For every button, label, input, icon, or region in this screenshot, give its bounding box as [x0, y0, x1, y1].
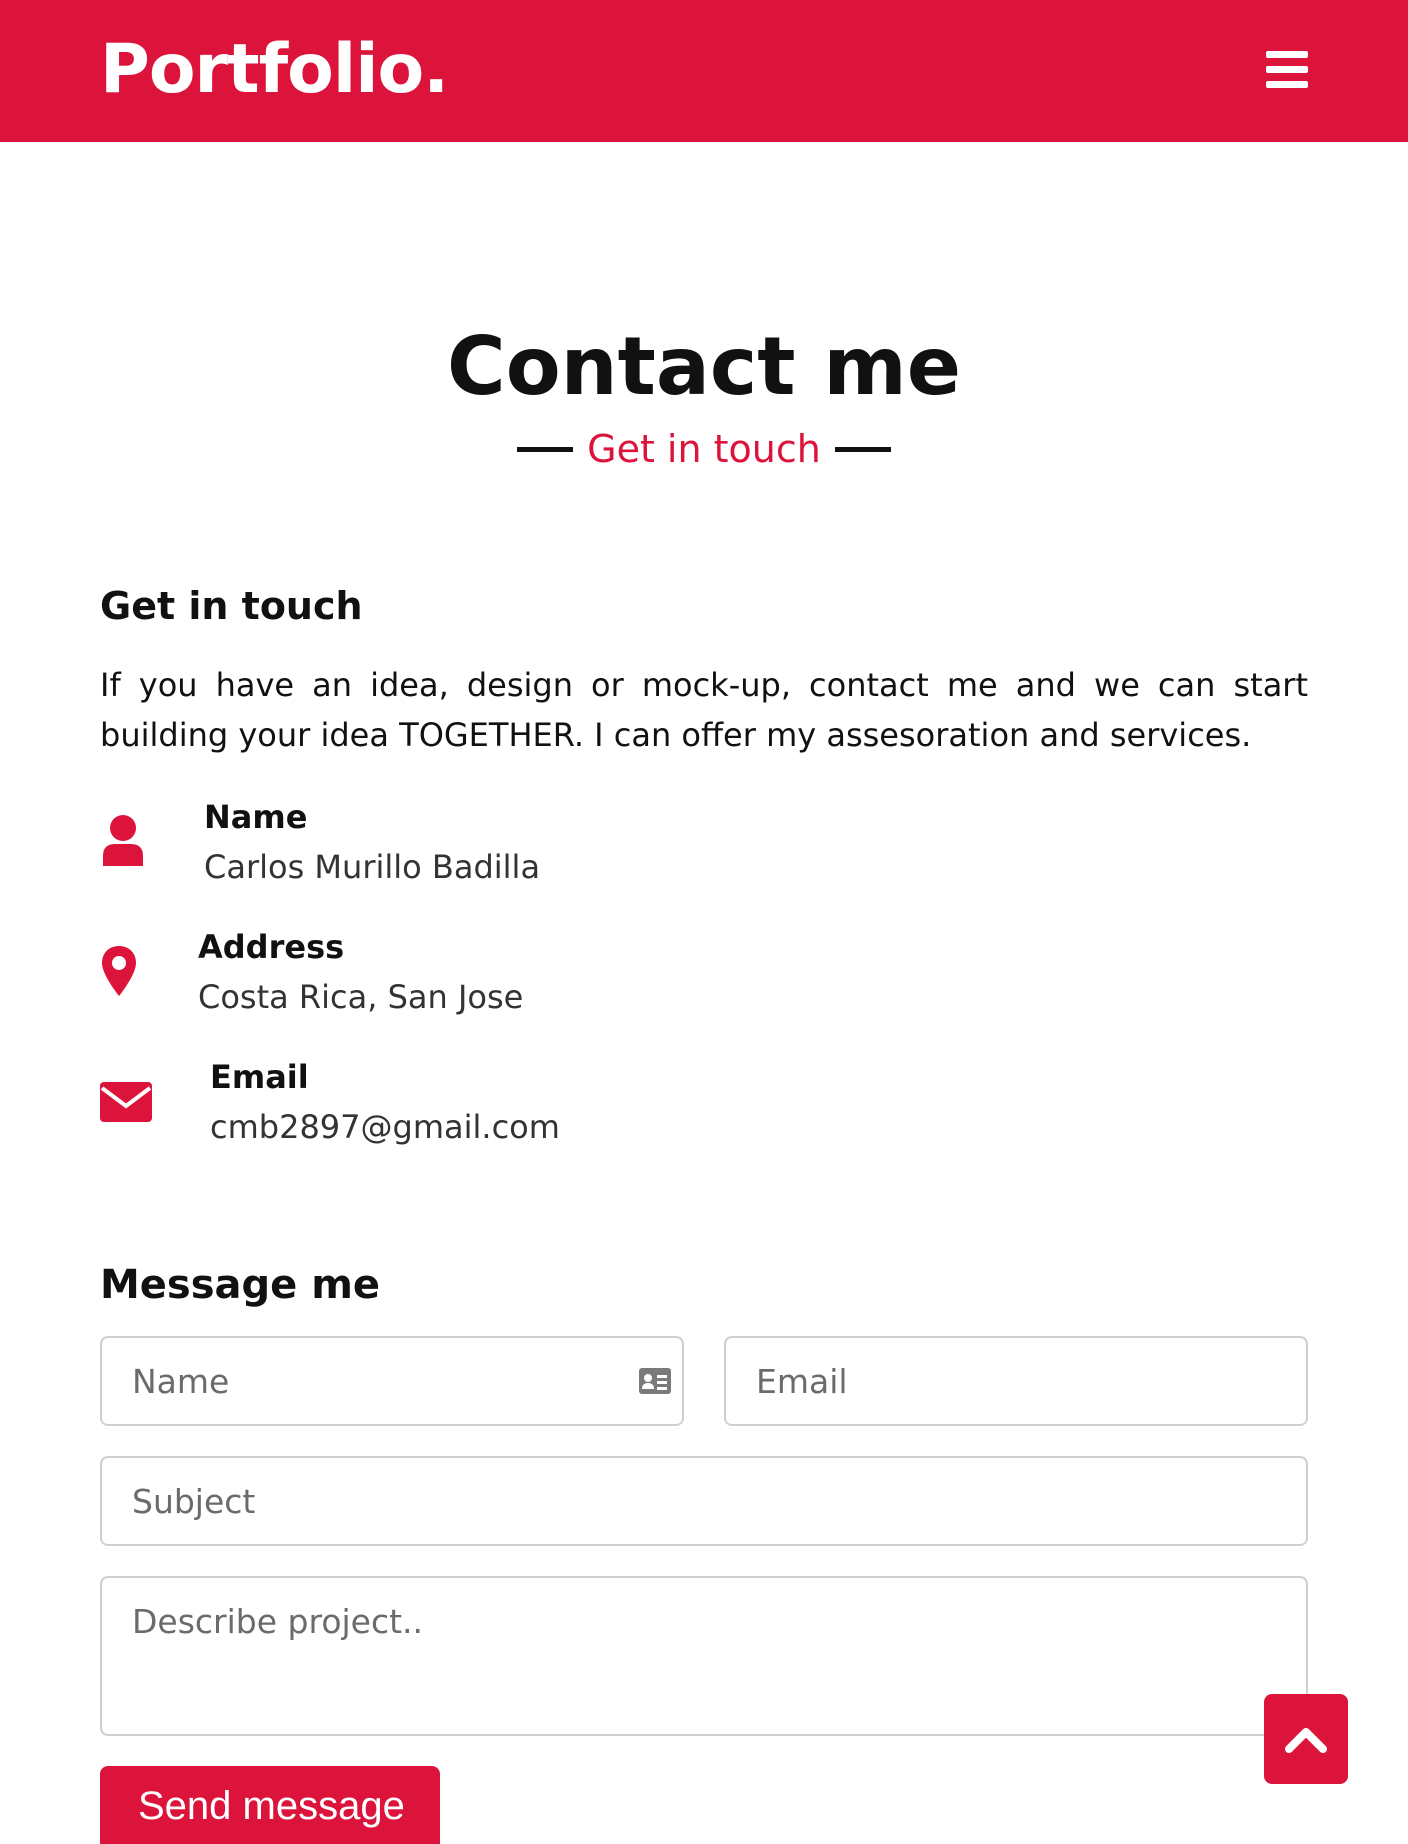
chevron-up-icon	[1285, 1728, 1327, 1753]
map-marker-icon	[100, 944, 138, 1003]
info-label-email: Email	[210, 1058, 309, 1096]
contact-card-icon	[638, 1367, 672, 1400]
subtitle-divider-right	[834, 446, 891, 452]
get-in-touch-heading: Get in touch	[100, 584, 363, 628]
section-subtitle: Get in touch	[587, 427, 821, 471]
scroll-to-top-button[interactable]	[1264, 1694, 1348, 1784]
info-value-name: Carlos Murillo Badilla	[204, 848, 541, 886]
info-label-name: Name	[204, 798, 308, 836]
message-me-heading: Message me	[100, 1262, 381, 1308]
envelope-icon	[100, 1082, 152, 1127]
info-value-email[interactable]: cmb2897@gmail.com	[210, 1108, 560, 1146]
logo[interactable]: Portfolio.	[100, 30, 449, 109]
send-message-button[interactable]: Send message	[100, 1766, 440, 1844]
subject-input[interactable]	[100, 1456, 1308, 1546]
subtitle-divider-left	[517, 446, 574, 452]
email-input[interactable]	[724, 1336, 1308, 1426]
intro-text: If you have an idea, design or mock-up, …	[100, 666, 1308, 754]
section-title: Contact me	[447, 320, 961, 413]
name-input[interactable]	[100, 1336, 684, 1426]
hamburger-menu-icon[interactable]	[1262, 48, 1312, 92]
info-value-address: Costa Rica, San Jose	[198, 978, 524, 1016]
message-textarea[interactable]	[100, 1576, 1308, 1736]
navbar: Portfolio.	[0, 0, 1408, 142]
info-label-address: Address	[198, 928, 345, 966]
user-icon	[100, 814, 146, 873]
section-subtitle-row: Get in touch	[0, 424, 1408, 474]
